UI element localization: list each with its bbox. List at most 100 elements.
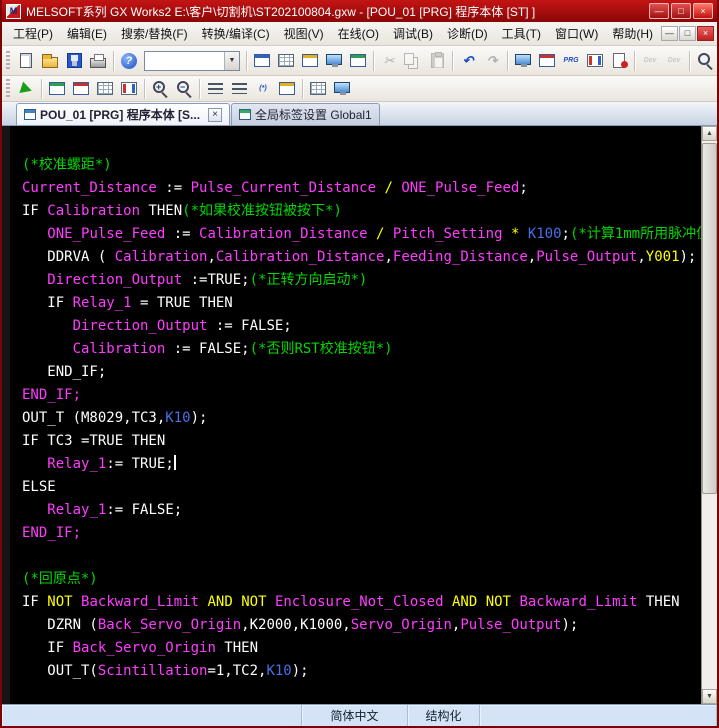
verify-program-icon[interactable]	[608, 50, 630, 72]
device-comment-table-icon[interactable]	[275, 50, 297, 72]
menu-find-replace[interactable]: 搜索/替换(F)	[114, 22, 195, 45]
menu-edit[interactable]: 编辑(E)	[60, 22, 114, 45]
parameter-window-icon[interactable]	[251, 50, 273, 72]
new-project-icon[interactable]	[15, 50, 37, 72]
label-window-icon[interactable]	[299, 50, 321, 72]
stop-monitor-icon[interactable]	[70, 78, 92, 100]
app-window: M MELSOFT系列 GX Works2 E:\客户\切割机\ST202100…	[0, 0, 719, 728]
read-from-plc-icon[interactable]	[536, 50, 558, 72]
code-line[interactable]: END_IF;	[22, 522, 701, 545]
cut-icon[interactable]: ✂	[378, 50, 400, 72]
close-button[interactable]: ×	[693, 3, 713, 19]
scroll-down-button[interactable]: ▼	[702, 689, 717, 704]
undo-icon[interactable]: ↶	[457, 50, 479, 72]
scroll-up-button[interactable]: ▲	[702, 126, 717, 141]
device-batch-icon[interactable]: Dev	[663, 50, 685, 72]
code-line[interactable]: IF Calibration THEN(*如果校准按钮被按下*)	[22, 200, 701, 223]
toolbar-secondary: + − (*)	[2, 76, 717, 102]
menu-tool[interactable]: 工具(T)	[495, 22, 548, 45]
device-test-icon[interactable]	[94, 78, 116, 100]
code-line[interactable]: Calibration := FALSE;(*否则RST校准按钮*)	[22, 338, 701, 361]
title-bar[interactable]: M MELSOFT系列 GX Works2 E:\客户\切割机\ST202100…	[2, 0, 717, 22]
print-icon[interactable]	[87, 50, 109, 72]
code-line[interactable]: Direction_Output :=TRUE;(*正转方向启动*)	[22, 269, 701, 292]
menu-help[interactable]: 帮助(H)	[605, 22, 660, 45]
code-line[interactable]	[22, 131, 701, 154]
maximize-button[interactable]: □	[671, 3, 691, 19]
save-project-icon[interactable]	[63, 50, 85, 72]
program-selector-combo[interactable]: ▼	[144, 50, 240, 71]
menu-window[interactable]: 窗口(W)	[548, 22, 605, 45]
copy-icon[interactable]	[402, 50, 424, 72]
editor-area: (*校准螺距*) Current_Distance := Pulse_Curren…	[2, 126, 717, 704]
code-line[interactable]: (*回原点*)	[22, 568, 701, 591]
watch-window-icon[interactable]	[331, 78, 353, 100]
code-line[interactable]: IF Relay_1 = TRUE THEN	[22, 292, 701, 315]
document-tab-bar: POU_01 [PRG] 程序本体 [S... × 全局标签设置 Global1	[2, 102, 717, 126]
mdi-restore-button[interactable]: □	[679, 26, 696, 41]
code-line[interactable]: ONE_Pulse_Feed := Calibration_Distance /…	[22, 223, 701, 246]
scrollbar-track[interactable]	[702, 141, 717, 689]
zoom-out-icon[interactable]: −	[173, 78, 195, 100]
menu-view[interactable]: 视图(V)	[277, 22, 331, 45]
combo-dropdown-arrow-icon[interactable]: ▼	[224, 51, 239, 70]
toolbar-drag-handle[interactable]	[6, 78, 10, 99]
write-to-plc-icon[interactable]	[512, 50, 534, 72]
program-monitor-icon[interactable]: PRG	[560, 50, 582, 72]
zoom-in-icon[interactable]: +	[149, 78, 171, 100]
code-line[interactable]: IF Back_Servo_Origin THEN	[22, 637, 701, 660]
label-settings-icon[interactable]	[276, 78, 298, 100]
code-line[interactable]: Relay_1:= FALSE;	[22, 499, 701, 522]
toolbar-drag-handle[interactable]	[6, 50, 10, 71]
mdi-close-button[interactable]: ×	[697, 26, 714, 41]
minimize-button[interactable]: —	[649, 3, 669, 19]
code-line[interactable]: ELSE	[22, 476, 701, 499]
code-line[interactable]: Current_Distance := Pulse_Current_Distan…	[22, 177, 701, 200]
monitor-icon[interactable]	[323, 50, 345, 72]
code-line[interactable]: OUT_T(Scintillation=1,TC2,K10);	[22, 660, 701, 683]
menu-convert-compile[interactable]: 转换/编译(C)	[195, 22, 277, 45]
code-line[interactable]: DDRVA ( Calibration,Calibration_Distance…	[22, 246, 701, 269]
menu-online[interactable]: 在线(O)	[331, 22, 386, 45]
open-project-icon[interactable]	[39, 50, 61, 72]
help-icon[interactable]: ?	[118, 50, 140, 72]
status-right	[480, 705, 717, 726]
code-line[interactable]: OUT_T (M8029,TC3,K10);	[22, 407, 701, 430]
scrollbar-thumb[interactable]	[702, 143, 717, 494]
tab-global-label[interactable]: 全局标签设置 Global1	[231, 103, 380, 125]
code-line[interactable]	[22, 545, 701, 568]
menu-debug[interactable]: 调试(B)	[386, 22, 440, 45]
redo-icon[interactable]: ↷	[481, 50, 503, 72]
device-display-icon[interactable]: Dev	[639, 50, 661, 72]
convert-icon[interactable]	[15, 78, 37, 100]
outdent-icon[interactable]	[228, 78, 250, 100]
menu-diagnostics[interactable]: 诊断(D)	[440, 22, 495, 45]
code-line[interactable]: END_IF;	[22, 384, 701, 407]
code-line[interactable]: END_IF;	[22, 361, 701, 384]
code-line[interactable]: Direction_Output := FALSE;	[22, 315, 701, 338]
indent-icon[interactable]	[204, 78, 226, 100]
tab-close-button[interactable]: ×	[208, 107, 223, 122]
find-icon[interactable]	[694, 50, 716, 72]
program-window-icon[interactable]	[347, 50, 369, 72]
start-monitor-icon[interactable]	[46, 78, 68, 100]
tab-pou01-program[interactable]: POU_01 [PRG] 程序本体 [S... ×	[16, 103, 231, 125]
code-line[interactable]: Relay_1:= TRUE;	[22, 453, 701, 476]
paste-icon[interactable]	[426, 50, 448, 72]
code-line[interactable]: (*校准螺距*)	[22, 154, 701, 177]
list-display-icon[interactable]	[307, 78, 329, 100]
code-line[interactable]: IF NOT Backward_Limit AND NOT Enclosure_…	[22, 591, 701, 614]
st-code-editor[interactable]: (*校准螺距*) Current_Distance := Pulse_Curren…	[2, 126, 701, 704]
toolbar-separator	[634, 50, 635, 71]
mdi-minimize-button[interactable]: —	[661, 26, 678, 41]
menu-bar: 工程(P) 编辑(E) 搜索/替换(F) 转换/编译(C) 视图(V) 在线(O) 调试(B…	[2, 22, 717, 46]
toolbar-separator	[41, 78, 42, 99]
insert-comment-icon[interactable]: (*)	[252, 78, 274, 100]
comment-display-icon[interactable]	[118, 78, 140, 100]
code-line[interactable]: DZRN (Back_Servo_Origin,K2000,K1000,Serv…	[22, 614, 701, 637]
menu-bar-items: 工程(P) 编辑(E) 搜索/替换(F) 转换/编译(C) 视图(V) 在线(O) 调试(B…	[6, 22, 660, 45]
menu-project[interactable]: 工程(P)	[6, 22, 60, 45]
code-line[interactable]: IF TC3 =TRUE THEN	[22, 430, 701, 453]
vertical-scrollbar[interactable]: ▲ ▼	[701, 126, 717, 704]
ladder-display-icon[interactable]	[584, 50, 606, 72]
